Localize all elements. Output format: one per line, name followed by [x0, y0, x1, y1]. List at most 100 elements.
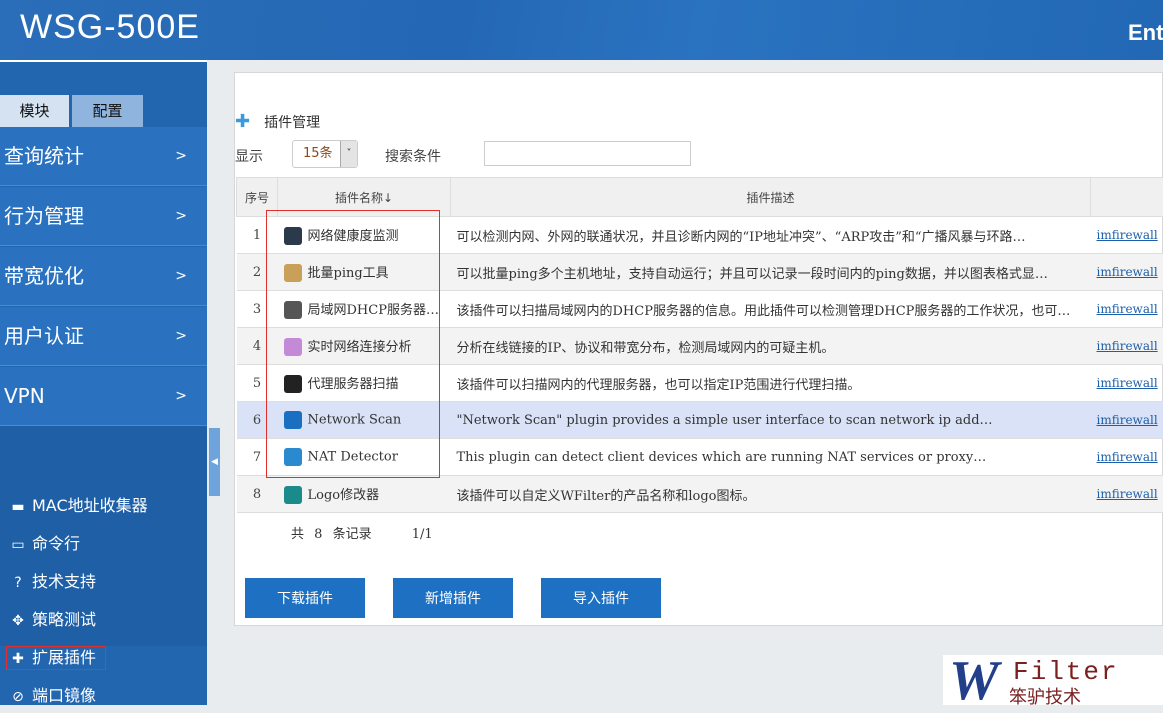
- panel-title: ✚ 插件管理: [235, 111, 320, 132]
- menu-label: VPN: [4, 384, 45, 408]
- pager-pages: 1/1: [412, 527, 433, 542]
- table-row[interactable]: 5 代理服务器扫描 该插件可以扫描网内的代理服务器，也可以指定IP范围进行代理扫…: [237, 365, 1163, 402]
- pager-total: 8: [314, 527, 322, 542]
- table-row[interactable]: 7 NAT Detector This plugin can detect cl…: [237, 439, 1163, 476]
- tab-config[interactable]: 配置: [72, 95, 143, 127]
- plugin-icon: [284, 448, 302, 466]
- tab-modules[interactable]: 模块: [0, 95, 69, 127]
- author-cell: imfirewall: [1091, 476, 1163, 513]
- author-cell: imfirewall: [1091, 254, 1163, 291]
- download-plugin-button[interactable]: 下载插件: [245, 578, 365, 618]
- row-number: 3: [237, 291, 278, 328]
- author-cell: imfirewall: [1091, 328, 1163, 365]
- author-link[interactable]: imfirewall: [1097, 376, 1158, 390]
- table-row[interactable]: 1 网络健康度监测 可以检测内网、外网的联通状况，并且诊断内网的“IP地址冲突”…: [237, 217, 1163, 254]
- menu-bandwidth[interactable]: 带宽优化 >: [0, 247, 207, 306]
- row-number: 1: [237, 217, 278, 254]
- plugin-name: Network Scan: [278, 402, 451, 439]
- submenu-support[interactable]: ?技术支持: [8, 567, 96, 597]
- author-link[interactable]: imfirewall: [1097, 265, 1158, 279]
- submenu-label: MAC地址收集器: [32, 496, 148, 515]
- menu-vpn[interactable]: VPN >: [0, 367, 207, 426]
- menu-behavior[interactable]: 行为管理 >: [0, 187, 207, 246]
- col-desc: 插件描述: [451, 178, 1091, 217]
- author-link[interactable]: imfirewall: [1097, 487, 1158, 501]
- submenu-mac-collector[interactable]: ▬MAC地址收集器: [8, 491, 148, 521]
- selected-highlight: [6, 646, 106, 670]
- plugin-icon: [284, 338, 302, 356]
- plugin-desc: 可以检测内网、外网的联通状况，并且诊断内网的“IP地址冲突”、“ARP攻击”和“…: [451, 217, 1091, 254]
- author-link[interactable]: imfirewall: [1097, 413, 1158, 427]
- chevron-right-icon: >: [175, 187, 187, 246]
- row-number: 5: [237, 365, 278, 402]
- menu-query-stats[interactable]: 查询统计 >: [0, 127, 207, 186]
- page-size-value: 15条: [303, 146, 333, 161]
- plugin-name: 局域网DHCP服务器扫描: [278, 291, 451, 328]
- plugin-desc: 该插件可以扫描局域网内的DHCP服务器的信息。用此插件可以检测管理DHCP服务器…: [451, 291, 1091, 328]
- author-link[interactable]: imfirewall: [1097, 302, 1158, 316]
- router-icon: ▬: [8, 492, 28, 522]
- import-plugin-button[interactable]: 导入插件: [541, 578, 661, 618]
- search-input[interactable]: [484, 141, 691, 166]
- plugin-desc: This plugin can detect client devices wh…: [451, 439, 1091, 476]
- submenu-label: 策略测试: [32, 610, 96, 629]
- add-plugin-button[interactable]: 新增插件: [393, 578, 513, 618]
- plugin-name: 代理服务器扫描: [278, 365, 451, 402]
- question-icon: ?: [8, 568, 28, 598]
- table-row[interactable]: 6 Network Scan "Network Scan" plugin pro…: [237, 402, 1163, 439]
- plugin-name: NAT Detector: [278, 439, 451, 476]
- col-name[interactable]: 插件名称↓: [278, 178, 451, 217]
- author-link[interactable]: imfirewall: [1097, 228, 1158, 242]
- chevron-right-icon: >: [175, 307, 187, 366]
- submenu-label: 命令行: [32, 534, 80, 553]
- submenu: ▬MAC地址收集器 ▭命令行 ?技术支持 ✥策略测试 ✚扩展插件 ⊘端口镜像: [0, 426, 207, 646]
- plugin-desc: "Network Scan" plugin provides a simple …: [451, 402, 1091, 439]
- plugin-name-text: NAT Detector: [308, 450, 398, 465]
- row-number: 8: [237, 476, 278, 513]
- page-size-select[interactable]: 15条˅: [292, 140, 358, 168]
- table-row[interactable]: 8 Logo修改器 该插件可以自定义WFilter的产品名称和logo图标。 i…: [237, 476, 1163, 513]
- submenu-policy-test[interactable]: ✥策略测试: [8, 605, 96, 635]
- show-label: 显示: [235, 146, 263, 166]
- puzzle-icon: ✚: [235, 111, 250, 132]
- author-cell: imfirewall: [1091, 365, 1163, 402]
- author-link[interactable]: imfirewall: [1097, 450, 1158, 464]
- terminal-icon: ▭: [8, 530, 28, 560]
- table-row[interactable]: 3 局域网DHCP服务器扫描 该插件可以扫描局域网内的DHCP服务器的信息。用此…: [237, 291, 1163, 328]
- table-row[interactable]: 2 批量ping工具 可以批量ping多个主机地址，支持自动运行；并且可以记录一…: [237, 254, 1163, 291]
- menu-label: 带宽优化: [4, 264, 84, 288]
- plugin-name: 批量ping工具: [278, 254, 451, 291]
- row-number: 2: [237, 254, 278, 291]
- table-row[interactable]: 4 实时网络连接分析 分析在线链接的IP、协议和带宽分布，检测局域网内的可疑主机…: [237, 328, 1163, 365]
- menu-auth[interactable]: 用户认证>: [0, 307, 207, 366]
- plugin-name-text: Logo修改器: [308, 488, 380, 503]
- submenu-label: 端口镜像: [32, 686, 96, 705]
- pager-prefix: 共: [291, 527, 304, 542]
- submenu-cli[interactable]: ▭命令行: [8, 529, 80, 559]
- mirror-icon: ⊘: [8, 682, 28, 712]
- plugin-table: 序号 插件名称↓ 插件描述 1 网络健康度监测 可以检测内网、外网的联通状况，并…: [236, 177, 1163, 513]
- header-right-text: Ent: [1128, 20, 1163, 46]
- product-title: WSG-500E: [20, 8, 200, 47]
- author-link[interactable]: imfirewall: [1097, 339, 1158, 353]
- move-icon: ✥: [8, 606, 28, 636]
- menu-label: 查询统计: [4, 144, 84, 168]
- plugin-icon: [284, 375, 302, 393]
- submenu-label: 技术支持: [32, 572, 96, 591]
- row-number: 4: [237, 328, 278, 365]
- submenu-port-mirror[interactable]: ⊘端口镜像: [8, 681, 96, 711]
- wfilter-logo: WFilter笨驴技术: [943, 655, 1163, 705]
- panel-title-text: 插件管理: [264, 115, 320, 131]
- menu-label: 行为管理: [4, 204, 84, 228]
- pager: 共 8 条记录 1/1: [291, 523, 433, 542]
- plugin-icon: [284, 264, 302, 282]
- chevron-right-icon: >: [175, 127, 187, 186]
- col-no: 序号: [237, 178, 278, 217]
- chevron-right-icon: >: [175, 247, 187, 306]
- sidebar-collapse-handle[interactable]: ◀: [209, 428, 220, 496]
- chevron-right-icon: >: [175, 367, 187, 426]
- plugin-name: 网络健康度监测: [278, 217, 451, 254]
- plugin-panel: ✚插件管理 显示 15条˅ 搜索条件 序号 插件名称↓ 插件描述 1 网络健康度…: [234, 72, 1163, 626]
- plugin-name-text: 批量ping工具: [308, 266, 389, 281]
- author-cell: imfirewall: [1091, 402, 1163, 439]
